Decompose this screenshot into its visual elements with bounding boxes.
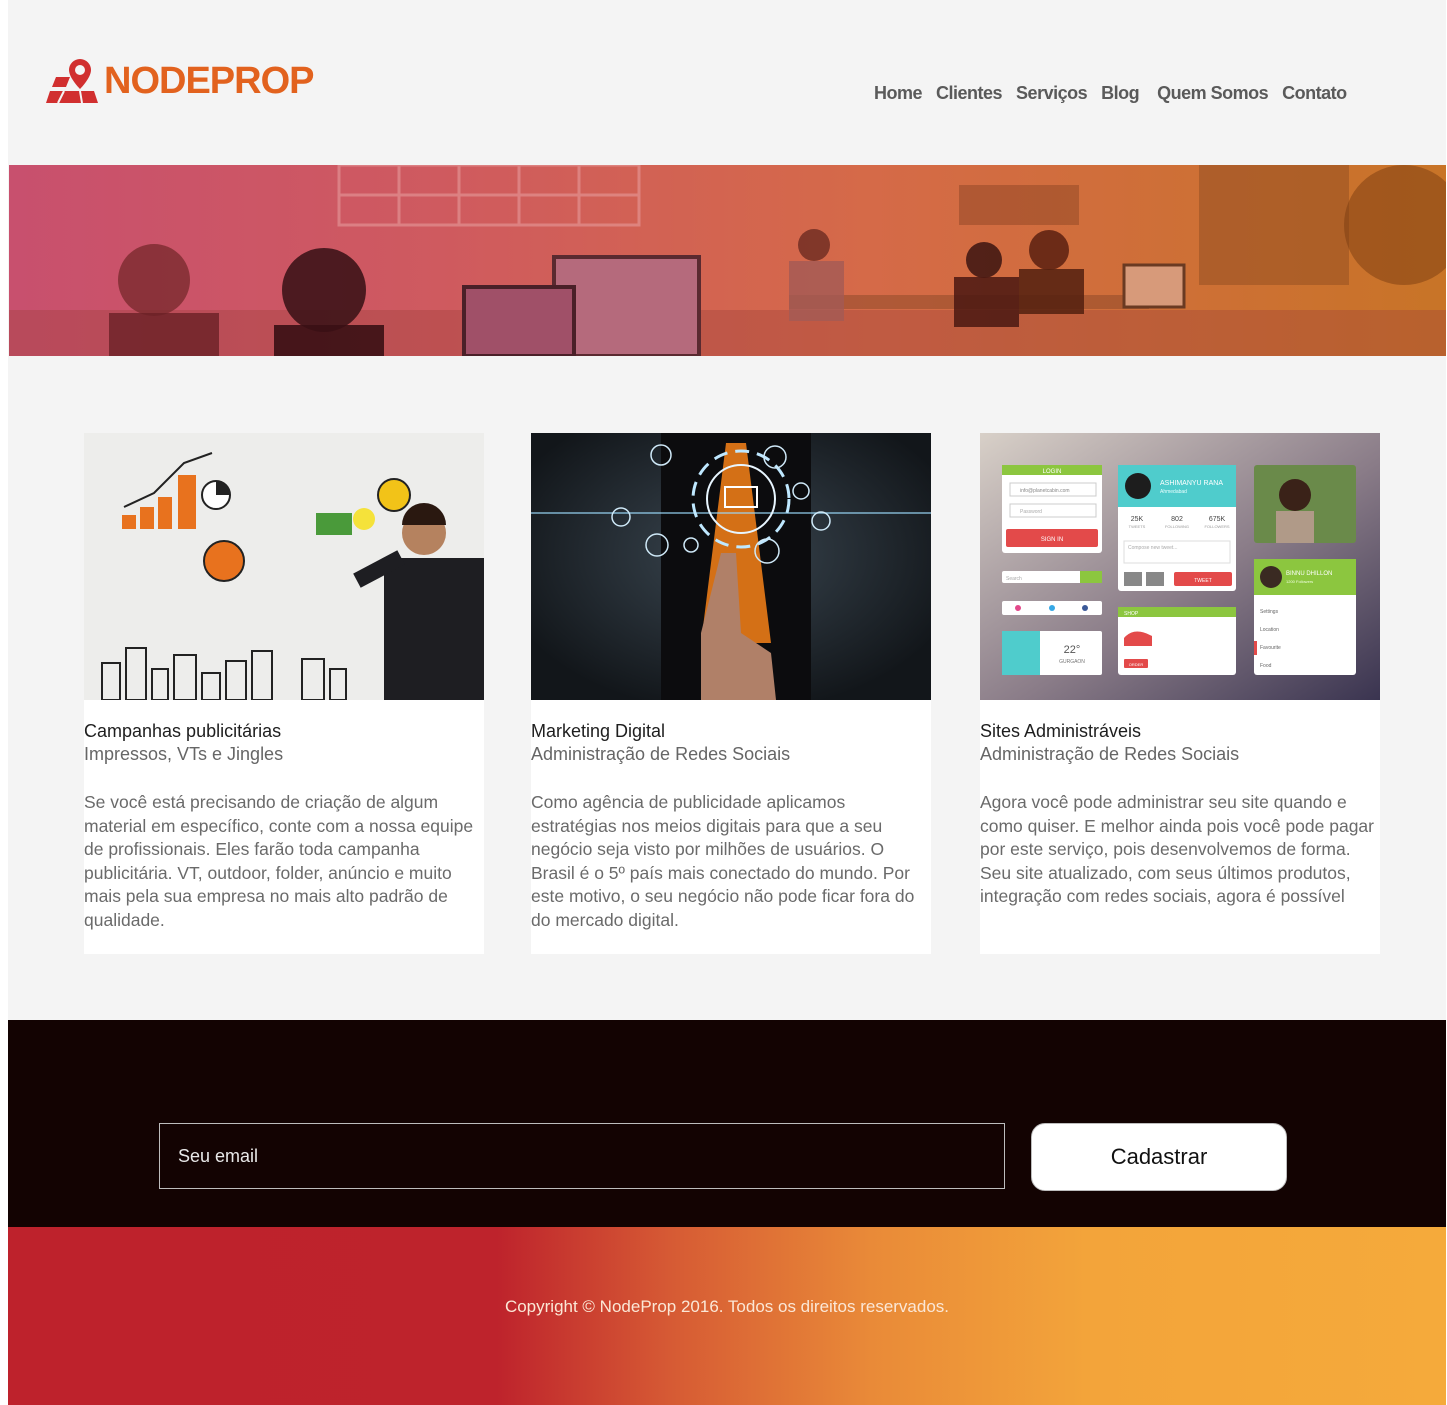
svg-text:Settings: Settings [1260, 609, 1279, 615]
card-title: Sites Administráveis [980, 721, 1142, 741]
svg-text:Location: Location [1260, 627, 1279, 633]
footer: Copyright © NodeProp 2016. Todos os dire… [8, 1227, 1446, 1405]
svg-text:FOLLOWERS: FOLLOWERS [1204, 524, 1229, 529]
nav-home[interactable]: Home [874, 83, 923, 104]
svg-text:SIGN IN: SIGN IN [1041, 537, 1063, 543]
nav-servicos[interactable]: Serviços [1016, 83, 1088, 104]
newsletter-section: Cadastrar [8, 1020, 1446, 1227]
brand-logo[interactable]: NODEPROP [44, 56, 314, 106]
svg-text:ORDER: ORDER [1129, 662, 1144, 667]
brand-name: NODEPROP [104, 60, 314, 102]
copyright-text: Copyright © NodeProp 2016. Todos os dire… [504, 1297, 950, 1316]
svg-text:Food: Food [1260, 663, 1272, 669]
svg-text:LOGIN: LOGIN [1043, 469, 1062, 475]
office-team-photo [9, 165, 1446, 356]
svg-text:BINNU DHILLON: BINNU DHILLON [1286, 571, 1332, 577]
svg-text:Compose new tweet...: Compose new tweet... [1128, 545, 1177, 551]
service-card-campanhas: Campanhas publicitárias Impressos, VTs e… [84, 433, 484, 954]
main-nav: Home Clientes Serviços Blog Quem Somos C… [874, 83, 1361, 104]
svg-text:Password: Password [1020, 509, 1042, 515]
card-image [531, 433, 931, 700]
card-body: Se você está precisando de criação de al… [84, 792, 474, 930]
svg-text:TWEETS: TWEETS [1129, 524, 1146, 529]
card-title: Marketing Digital [531, 721, 666, 741]
svg-text:675K: 675K [1209, 516, 1226, 523]
svg-text:22°: 22° [1064, 644, 1081, 656]
svg-text:ASHIMANYU RANA: ASHIMANYU RANA [1160, 480, 1223, 487]
card-image: LOGIN info@planetcabin.com Password SIGN… [980, 433, 1380, 700]
email-input[interactable] [159, 1123, 1005, 1189]
card-body: Agora você pode administrar seu site qua… [980, 792, 1374, 906]
svg-text:info@planetcabin.com: info@planetcabin.com [1020, 488, 1070, 494]
svg-text:Search: Search [1006, 576, 1022, 582]
page: NODEPROP Home Clientes Serviços Blog Que… [8, 0, 1446, 1405]
card-title: Campanhas publicitárias [84, 721, 282, 741]
nav-clientes[interactable]: Clientes [936, 83, 1003, 104]
svg-text:FOLLOWING: FOLLOWING [1165, 524, 1189, 529]
svg-text:TWEET: TWEET [1194, 578, 1212, 584]
svg-text:25K: 25K [1131, 516, 1144, 523]
service-card-sites: LOGIN info@planetcabin.com Password SIGN… [980, 433, 1380, 954]
svg-text:SHOP: SHOP [1124, 611, 1139, 617]
svg-text:GURGAON: GURGAON [1059, 659, 1085, 665]
svg-text:1200 Followers: 1200 Followers [1286, 579, 1313, 584]
svg-text:Ahmedabad: Ahmedabad [1160, 489, 1187, 495]
nav-blog[interactable]: Blog [1101, 83, 1140, 104]
svg-text:802: 802 [1171, 516, 1183, 523]
admin-ui-kit: LOGIN info@planetcabin.com Password SIGN… [980, 433, 1380, 700]
nav-quem-somos[interactable]: Quem Somos [1157, 83, 1269, 104]
business-strategy-whiteboard [84, 433, 484, 700]
cadastrar-button[interactable]: Cadastrar [1031, 1123, 1287, 1191]
map-pin-icon [46, 59, 98, 104]
digital-marketing-touch [531, 433, 931, 700]
svg-text:Favourite: Favourite [1260, 645, 1281, 651]
card-subtitle: Administração de Redes Sociais [980, 744, 1240, 764]
card-body: Como agência de publicidade aplicamos es… [531, 792, 915, 930]
nav-contato[interactable]: Contato [1282, 83, 1347, 104]
card-image [84, 433, 484, 700]
hero-banner [9, 165, 1446, 356]
service-card-marketing: Marketing Digital Administração de Redes… [531, 433, 931, 954]
card-subtitle: Administração de Redes Sociais [531, 744, 791, 764]
card-subtitle: Impressos, VTs e Jingles [84, 744, 284, 764]
